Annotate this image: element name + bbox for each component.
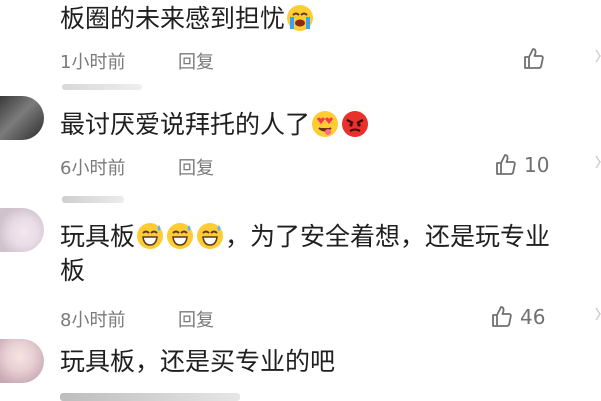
comment-1-time: 1小时前 [60, 52, 126, 73]
more-options-icon[interactable] [595, 154, 601, 170]
comment-2-text-row: 最讨厌爱说拜托的人了 [60, 108, 601, 142]
comment-2-time: 6小时前 [60, 158, 126, 179]
comment-4-text-row: 玩具板，还是买专业的吧 [60, 345, 601, 379]
avatar[interactable] [0, 339, 44, 383]
comment-1-meta: 1小时前 回复 [60, 48, 214, 74]
comment-2-reply-button[interactable]: 回复 [178, 154, 214, 180]
comment-3-text-c: 板 [60, 256, 86, 285]
more-options-icon[interactable] [595, 306, 601, 322]
comment-3-like-count: 46 [520, 305, 546, 329]
comment-3-reply-button[interactable]: 回复 [178, 306, 214, 332]
angry-face-icon [342, 111, 369, 137]
comment-4: 玩具板，还是买专业的吧 [0, 335, 601, 401]
comment-2-like-button[interactable]: 10 [494, 153, 549, 177]
comment-3-text-row: 玩具板 ，为了安全着想，还是玩专业板 [60, 220, 601, 288]
comment-3-meta: 8小时前 回复 [60, 306, 214, 332]
comment-1-text-row: 板圈的未来感到担忧 [60, 2, 601, 36]
comment-3-text-a: 玩具板 [60, 222, 136, 251]
comment-2-like-count: 10 [524, 153, 550, 177]
grinning-sweat-face-icon [137, 223, 164, 249]
comment-3: 玩具板 ，为了安全着想，还是玩专业板 8小时前 回复 46 [0, 190, 601, 335]
avatar[interactable] [0, 96, 44, 140]
grinning-sweat-face-icon [167, 223, 194, 249]
comment-3-like-button[interactable]: 46 [490, 305, 545, 329]
comment-1-like-button[interactable] [522, 47, 552, 71]
avatar[interactable] [0, 208, 44, 252]
comment-3-time: 8小时前 [60, 310, 126, 331]
heart-eyes-tongue-face-icon [312, 111, 339, 137]
comment-3-username-blurred[interactable] [62, 196, 124, 203]
comment-4-text: 玩具板，还是买专业的吧 [60, 347, 336, 376]
comment-1-reply-button[interactable]: 回复 [178, 48, 214, 74]
thumbs-up-icon [492, 306, 512, 327]
comment-2-text: 最讨厌爱说拜托的人了 [60, 110, 311, 139]
crying-face-icon [287, 5, 314, 31]
comment-1: 板圈的未来感到担忧 1小时前 回复 [0, 0, 601, 80]
more-options-icon[interactable] [595, 48, 601, 64]
comment-2-username-blurred[interactable] [62, 84, 142, 90]
comment-2: 最讨厌爱说拜托的人了 6小时前 回复 10 [0, 80, 601, 190]
comment-1-text: 板圈的未来感到担忧 [60, 4, 286, 33]
thumbs-up-icon [496, 154, 516, 175]
thumbs-up-icon [524, 48, 544, 69]
comment-2-meta: 6小时前 回复 [60, 154, 214, 180]
grinning-sweat-face-icon [197, 223, 224, 249]
comment-3-text-b: ，为了安全着想，还是玩专业 [225, 222, 551, 251]
